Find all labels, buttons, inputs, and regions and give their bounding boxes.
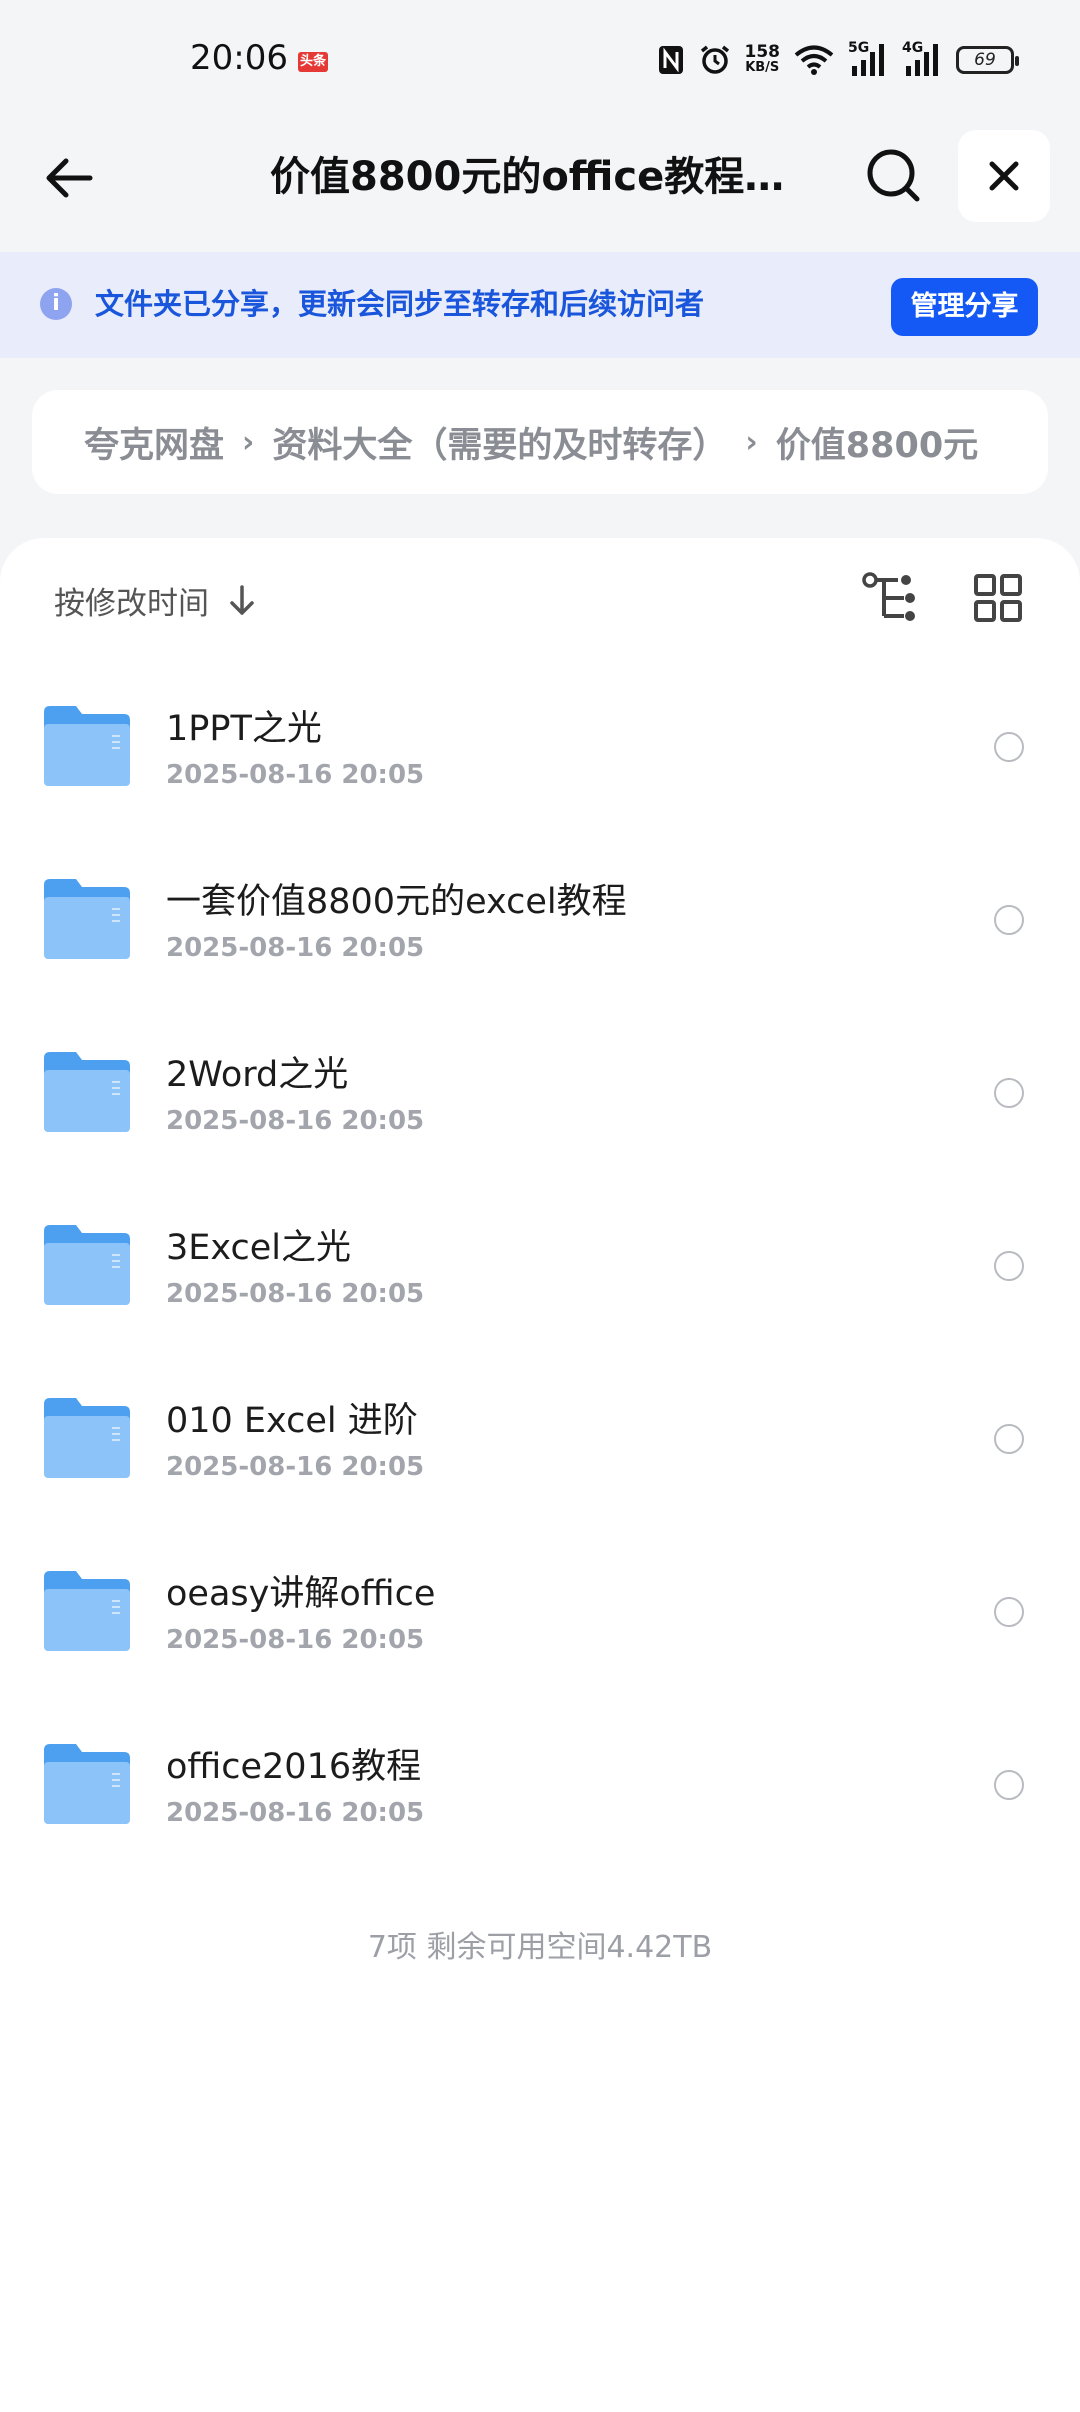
signal-4g: 4G xyxy=(902,40,942,78)
storage-summary: 7项 剩余可用空间4.42TB xyxy=(367,1930,713,1965)
breadcrumb-separator: › xyxy=(745,424,758,460)
alarm-icon xyxy=(700,45,729,74)
manage-share-button[interactable]: 管理分享 xyxy=(891,278,1038,336)
folder-icon xyxy=(44,1225,130,1305)
select-checkbox[interactable] xyxy=(994,1597,1024,1627)
close-icon xyxy=(989,161,1019,191)
list-item[interactable]: office2016教程 2025-08-16 20:05 xyxy=(0,1710,1080,1883)
list-item[interactable]: 1PPT之光 2025-08-16 20:05 xyxy=(0,672,1080,845)
grid-icon xyxy=(974,574,1022,622)
folder-icon xyxy=(44,1052,130,1132)
list-item[interactable]: 010 Excel 进阶 2025-08-16 20:05 xyxy=(0,1364,1080,1537)
net-speed: 158 KB/S xyxy=(745,44,781,76)
file-name: office2016教程 xyxy=(166,1747,422,1787)
file-date: 2025-08-16 20:05 xyxy=(166,760,425,790)
net-speed-value: 158 xyxy=(744,42,781,62)
file-date: 2025-08-16 20:05 xyxy=(166,1798,425,1828)
tree-structure-icon xyxy=(862,572,915,621)
list-item[interactable]: 一套价值8800元的excel教程 2025-08-16 20:05 xyxy=(0,845,1080,1018)
file-name: 2Word之光 xyxy=(166,1055,349,1095)
select-checkbox[interactable] xyxy=(994,905,1024,935)
net-speed-unit: KB/S xyxy=(745,60,780,75)
signal-bars-icon xyxy=(852,44,884,76)
back-button[interactable] xyxy=(40,148,100,208)
search-icon xyxy=(867,149,920,202)
file-name: oeasy讲解office xyxy=(166,1574,436,1614)
list-item[interactable]: 2Word之光 2025-08-16 20:05 xyxy=(0,1018,1080,1191)
file-name: 一套价值8800元的excel教程 xyxy=(166,882,627,922)
file-name: 010 Excel 进阶 xyxy=(166,1401,418,1441)
arrow-left-icon xyxy=(46,158,93,198)
breadcrumb-item-current[interactable]: 价值8800元 xyxy=(776,417,978,468)
share-banner-text: 文件夹已分享，更新会同步至转存和后续访问者 xyxy=(95,287,705,321)
folder-icon xyxy=(44,706,130,786)
arrow-down-icon xyxy=(230,584,254,615)
breadcrumb-separator: › xyxy=(242,424,255,460)
page-title: 价值8800元的office教程合集 xyxy=(270,154,810,200)
status-bar: 20:06 头条 158 KB/S 5G 4G 69 xyxy=(0,0,1080,120)
sort-selector[interactable]: 按修改时间 xyxy=(54,578,257,623)
file-name: 1PPT之光 xyxy=(166,709,322,749)
file-date: 2025-08-16 20:05 xyxy=(166,1625,425,1655)
file-panel: 按修改时间 1PPT之光 2025-08-16 20:05 一套价值8800元的… xyxy=(0,538,1080,2412)
status-time: 20:06 xyxy=(190,38,288,78)
wifi-icon xyxy=(794,45,834,75)
battery-indicator: 69 xyxy=(956,46,1019,74)
signal-bars-icon xyxy=(906,44,938,76)
top-nav: 价值8800元的office教程合集 xyxy=(0,126,1080,226)
breadcrumb-item-root[interactable]: 夸克网盘 xyxy=(84,417,224,468)
file-date: 2025-08-16 20:05 xyxy=(166,1279,425,1309)
nfc-icon xyxy=(658,46,683,74)
select-checkbox[interactable] xyxy=(994,1424,1024,1454)
share-banner: i 文件夹已分享，更新会同步至转存和后续访问者 管理分享 xyxy=(0,252,1080,358)
search-button[interactable] xyxy=(862,144,926,208)
select-checkbox[interactable] xyxy=(994,1251,1024,1281)
select-checkbox[interactable] xyxy=(994,1078,1024,1108)
folder-icon xyxy=(44,879,130,959)
tree-view-button[interactable] xyxy=(860,568,920,628)
grid-view-button[interactable] xyxy=(970,570,1026,626)
notification-badge: 头条 xyxy=(298,52,328,72)
sort-label: 按修改时间 xyxy=(54,586,209,622)
info-icon: i xyxy=(40,288,72,320)
list-item[interactable]: oeasy讲解office 2025-08-16 20:05 xyxy=(0,1537,1080,1710)
folder-icon xyxy=(44,1398,130,1478)
file-date: 2025-08-16 20:05 xyxy=(166,1106,425,1136)
folder-icon xyxy=(44,1744,130,1824)
folder-icon xyxy=(44,1571,130,1651)
select-checkbox[interactable] xyxy=(994,732,1024,762)
breadcrumb-item-parent[interactable]: 资料大全（需要的及时转存） xyxy=(272,417,727,468)
file-date: 2025-08-16 20:05 xyxy=(166,933,425,963)
file-list: 1PPT之光 2025-08-16 20:05 一套价值8800元的excel教… xyxy=(0,672,1080,1883)
signal-5g: 5G xyxy=(848,40,888,78)
file-date: 2025-08-16 20:05 xyxy=(166,1452,425,1482)
list-item[interactable]: 3Excel之光 2025-08-16 20:05 xyxy=(0,1191,1080,1364)
status-icons: 158 KB/S 5G 4G 69 xyxy=(657,40,1019,78)
select-checkbox[interactable] xyxy=(994,1770,1024,1800)
file-name: 3Excel之光 xyxy=(166,1228,351,1268)
close-button[interactable] xyxy=(958,130,1050,222)
breadcrumb: 夸克网盘 › 资料大全（需要的及时转存） › 价值8800元 xyxy=(32,390,1048,494)
